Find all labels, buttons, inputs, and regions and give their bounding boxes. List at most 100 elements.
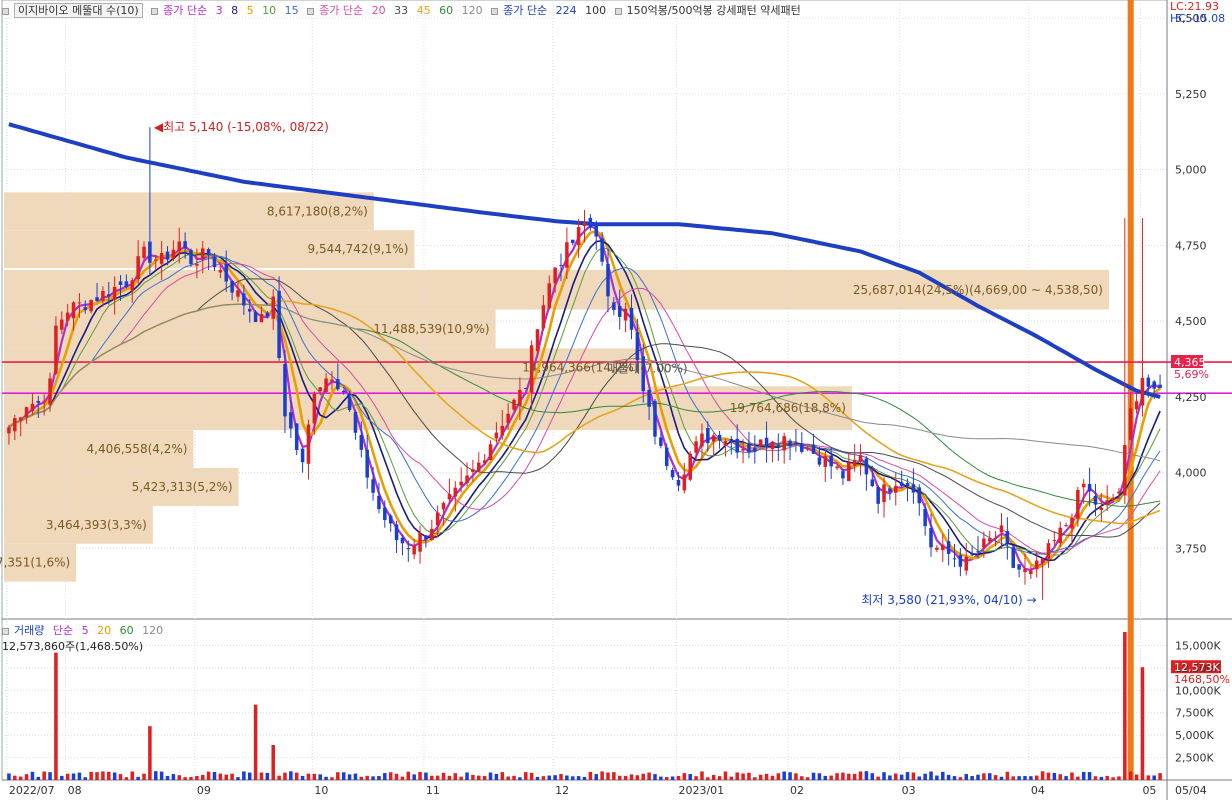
volume-bar: [952, 776, 957, 780]
volume-bar: [747, 772, 751, 780]
candle-body: [1134, 401, 1139, 410]
volume-bar: [465, 772, 469, 780]
legend-box[interactable]: [2, 7, 9, 15]
stock-chart[interactable]: 5,5005,2505,0004,7504,5004,2504,0003,750…: [0, 0, 1232, 800]
volume-bar: [7, 773, 11, 780]
volume-bar: [935, 775, 939, 780]
candle-body: [694, 441, 698, 453]
candle-body: [1105, 500, 1109, 506]
candle-body: [876, 487, 880, 504]
candle-body: [265, 312, 270, 317]
x-tick-label-end: 05/04: [1175, 784, 1207, 797]
volume-bar: [524, 772, 528, 780]
chart-title[interactable]: 이지바이오 메뚤대 수(10): [14, 3, 143, 18]
candle-body: [206, 249, 211, 256]
volume-bar: [917, 776, 922, 780]
volume-bar: [71, 773, 76, 780]
candle-body: [24, 407, 29, 418]
volume-bar: [218, 773, 223, 780]
x-tick-label: 2022/07: [9, 784, 55, 797]
candle-body: [242, 293, 246, 306]
volume-bar: [189, 777, 193, 780]
volume-bar: [700, 771, 704, 780]
volume-bar: [970, 775, 974, 780]
ma-224: 224: [555, 4, 577, 17]
candle-body: [453, 487, 458, 497]
candle-body: [524, 387, 528, 389]
candle-body: [159, 252, 164, 264]
volume-bar: [430, 775, 434, 780]
volume-bar: [1017, 776, 1021, 780]
volume-ma-label: 단순: [52, 624, 74, 637]
volume-bar: [394, 773, 399, 780]
volume-bar: [453, 773, 458, 780]
volume-bar: [95, 772, 99, 780]
volume-bar: [124, 777, 129, 780]
candle-body: [60, 319, 64, 330]
volume-bar: [36, 776, 41, 780]
hc-value: HC:-15.08: [1170, 12, 1226, 25]
candle-body: [999, 525, 1004, 533]
ma-3: 3: [215, 4, 223, 17]
volume-bar: [482, 776, 487, 780]
ma-120: 120: [461, 4, 483, 17]
volume-bar: [253, 704, 258, 780]
candle-body: [212, 257, 217, 268]
volume-bar: [247, 772, 252, 780]
ma-5: 5: [246, 4, 254, 17]
indicator-legend: 이지바이오 메뚤대 수(10) 종가 단순 3 8 5 10 15 종가 단순 …: [2, 2, 806, 18]
volume-bar: [54, 652, 58, 780]
volume-bar: [888, 775, 892, 780]
price-tick-label: 4,750: [1175, 239, 1207, 252]
volume-bar: [48, 772, 52, 780]
candle-body: [236, 290, 240, 297]
legend-box[interactable]: [151, 7, 159, 15]
candle-body: [823, 456, 828, 467]
candle-body: [735, 438, 739, 453]
legend-box[interactable]: [614, 7, 622, 15]
volume-bar: [547, 775, 552, 780]
candle-body: [794, 442, 798, 444]
volume-bar: [940, 771, 945, 780]
candle-body: [459, 481, 463, 486]
volume-bar: [1128, 771, 1133, 780]
candle-body: [800, 443, 804, 452]
volume-bar: [271, 745, 275, 780]
x-tick-label: 12: [555, 784, 569, 797]
volume-bar: [388, 772, 393, 780]
ma-10: 10: [262, 4, 277, 17]
volume-bar: [477, 775, 481, 780]
volume-bar: [958, 777, 963, 780]
volume-bar: [829, 775, 833, 780]
price-tick-label: 5,250: [1175, 88, 1207, 101]
candle-body: [758, 439, 763, 446]
volume-bar: [1034, 775, 1039, 780]
volume-bar: [876, 776, 880, 780]
x-tick-label: 02: [790, 784, 804, 797]
profile-label: 9,544,742(9,1%): [308, 242, 409, 256]
candle-body: [894, 485, 898, 493]
volume-ma-60: 60: [119, 624, 134, 637]
price-tick-label: 4,000: [1175, 467, 1207, 480]
volume-bar: [1105, 775, 1109, 780]
candle-body: [1099, 507, 1104, 511]
candle-body: [130, 280, 135, 291]
candle-body: [512, 399, 516, 410]
volume-bar: [570, 776, 575, 780]
ma-100: 100: [585, 4, 607, 17]
candle-body: [406, 548, 411, 550]
volume-bar: [1158, 773, 1162, 780]
candle-body: [1158, 384, 1162, 389]
volume-bar: [1146, 775, 1151, 780]
volume-bar: [870, 773, 875, 780]
legend-box[interactable]: [491, 7, 499, 15]
ma-45: 45: [416, 4, 431, 17]
profile-label: 3,464,393(3,3%): [46, 518, 147, 532]
volume-bar: [588, 771, 593, 780]
candle-body: [253, 311, 258, 323]
candle-body: [30, 403, 35, 412]
volume-tick-label: 7,500K: [1175, 707, 1214, 720]
volume-bar: [418, 771, 422, 780]
legend-box[interactable]: [307, 7, 315, 15]
legend-box[interactable]: [2, 627, 9, 635]
